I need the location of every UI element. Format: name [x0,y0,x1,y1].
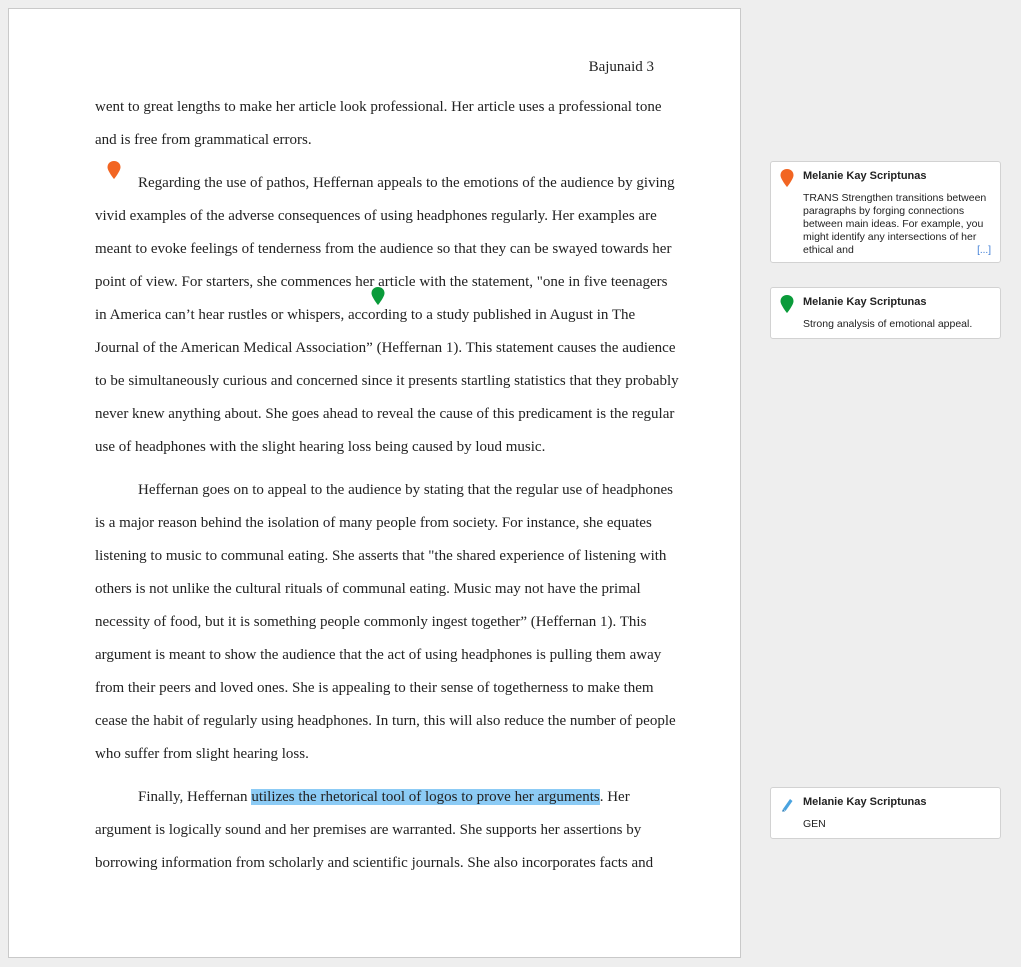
paragraph-3: Heffernan goes on to appeal to the audie… [95,474,676,771]
text-line: borrowing information from scholarly and… [95,855,654,871]
text-line: never knew anything about. She goes ahea… [95,406,675,422]
paragraph-2: Regarding the use of pathos, Heffernan a… [95,167,679,464]
text-segment: Finally, Heffernan [138,789,252,805]
text-line: listening to music to communal eating. S… [95,548,667,564]
expand-comment-link[interactable]: [...] [977,245,991,256]
comment-text: TRANS Strengthen transitions between par… [803,192,987,256]
text-line: point of view. For starters, she commenc… [95,274,668,290]
text-line: others is not unlike the cultural ritual… [95,581,641,597]
text-line: Journal of the American Medical Associat… [95,340,676,356]
comment-text: GEN [803,818,826,830]
highlighted-text[interactable]: utilizes the rhetorical tool of logos to… [251,789,600,805]
text-line: who suffer from slight hearing loss. [95,746,309,762]
text-line: argument is logically sound and her prem… [95,822,642,838]
page-header: Bajunaid 3 [588,59,654,75]
green-pin-icon [780,295,794,313]
text-line: argument is meant to show the audience t… [95,647,662,663]
text-line: cease the habit of regularly using headp… [95,713,676,729]
comment-author: Melanie Kay Scriptunas [803,296,927,308]
text-line: Regarding the use of pathos, Heffernan a… [138,175,675,191]
text-line: to be simultaneously curious and concern… [95,373,679,389]
paragraph-1: went to great lengths to make her articl… [95,91,671,157]
text-line: vivid examples of the adverse consequenc… [95,208,657,224]
comment-card[interactable]: Melanie Kay Scriptunas Strong analysis o… [770,287,1001,339]
text-line: went to great lengths to make her articl… [95,99,662,115]
text-line: in America can’t hear rustles or whisper… [95,307,636,323]
text-segment: . Her [599,789,630,805]
document-body: went to great lengths to make her articl… [95,91,679,880]
text-line: use of headphones with the slight hearin… [95,439,546,455]
text-line: and is free from grammatical errors. [95,132,312,148]
text-line: is a major reason behind the isolation o… [95,515,652,531]
comment-author: Melanie Kay Scriptunas [803,796,927,808]
paragraph-4: Finally, Heffernan utilizes the rhetoric… [95,781,671,880]
comment-author: Melanie Kay Scriptunas [803,170,927,182]
comment-text: Strong analysis of emotional appeal. [803,318,973,330]
highlighter-icon [782,799,793,812]
text-line: necessity of food, but it is something p… [95,614,647,630]
orange-pin-icon [780,169,794,187]
comment-card[interactable]: Melanie Kay Scriptunas GEN [770,787,1001,839]
text-line: from their peers and loved ones. She is … [95,680,654,696]
comment-card[interactable]: Melanie Kay Scriptunas TRANS Strengthen … [770,161,1001,263]
text-line: Finally, Heffernan utilizes the rhetoric… [95,781,671,814]
text-line: Heffernan goes on to appeal to the audie… [138,482,673,498]
text-line: meant to evoke feelings of tenderness fr… [95,241,672,257]
document-page: Bajunaid 3 went to great lengths to make… [8,8,741,958]
